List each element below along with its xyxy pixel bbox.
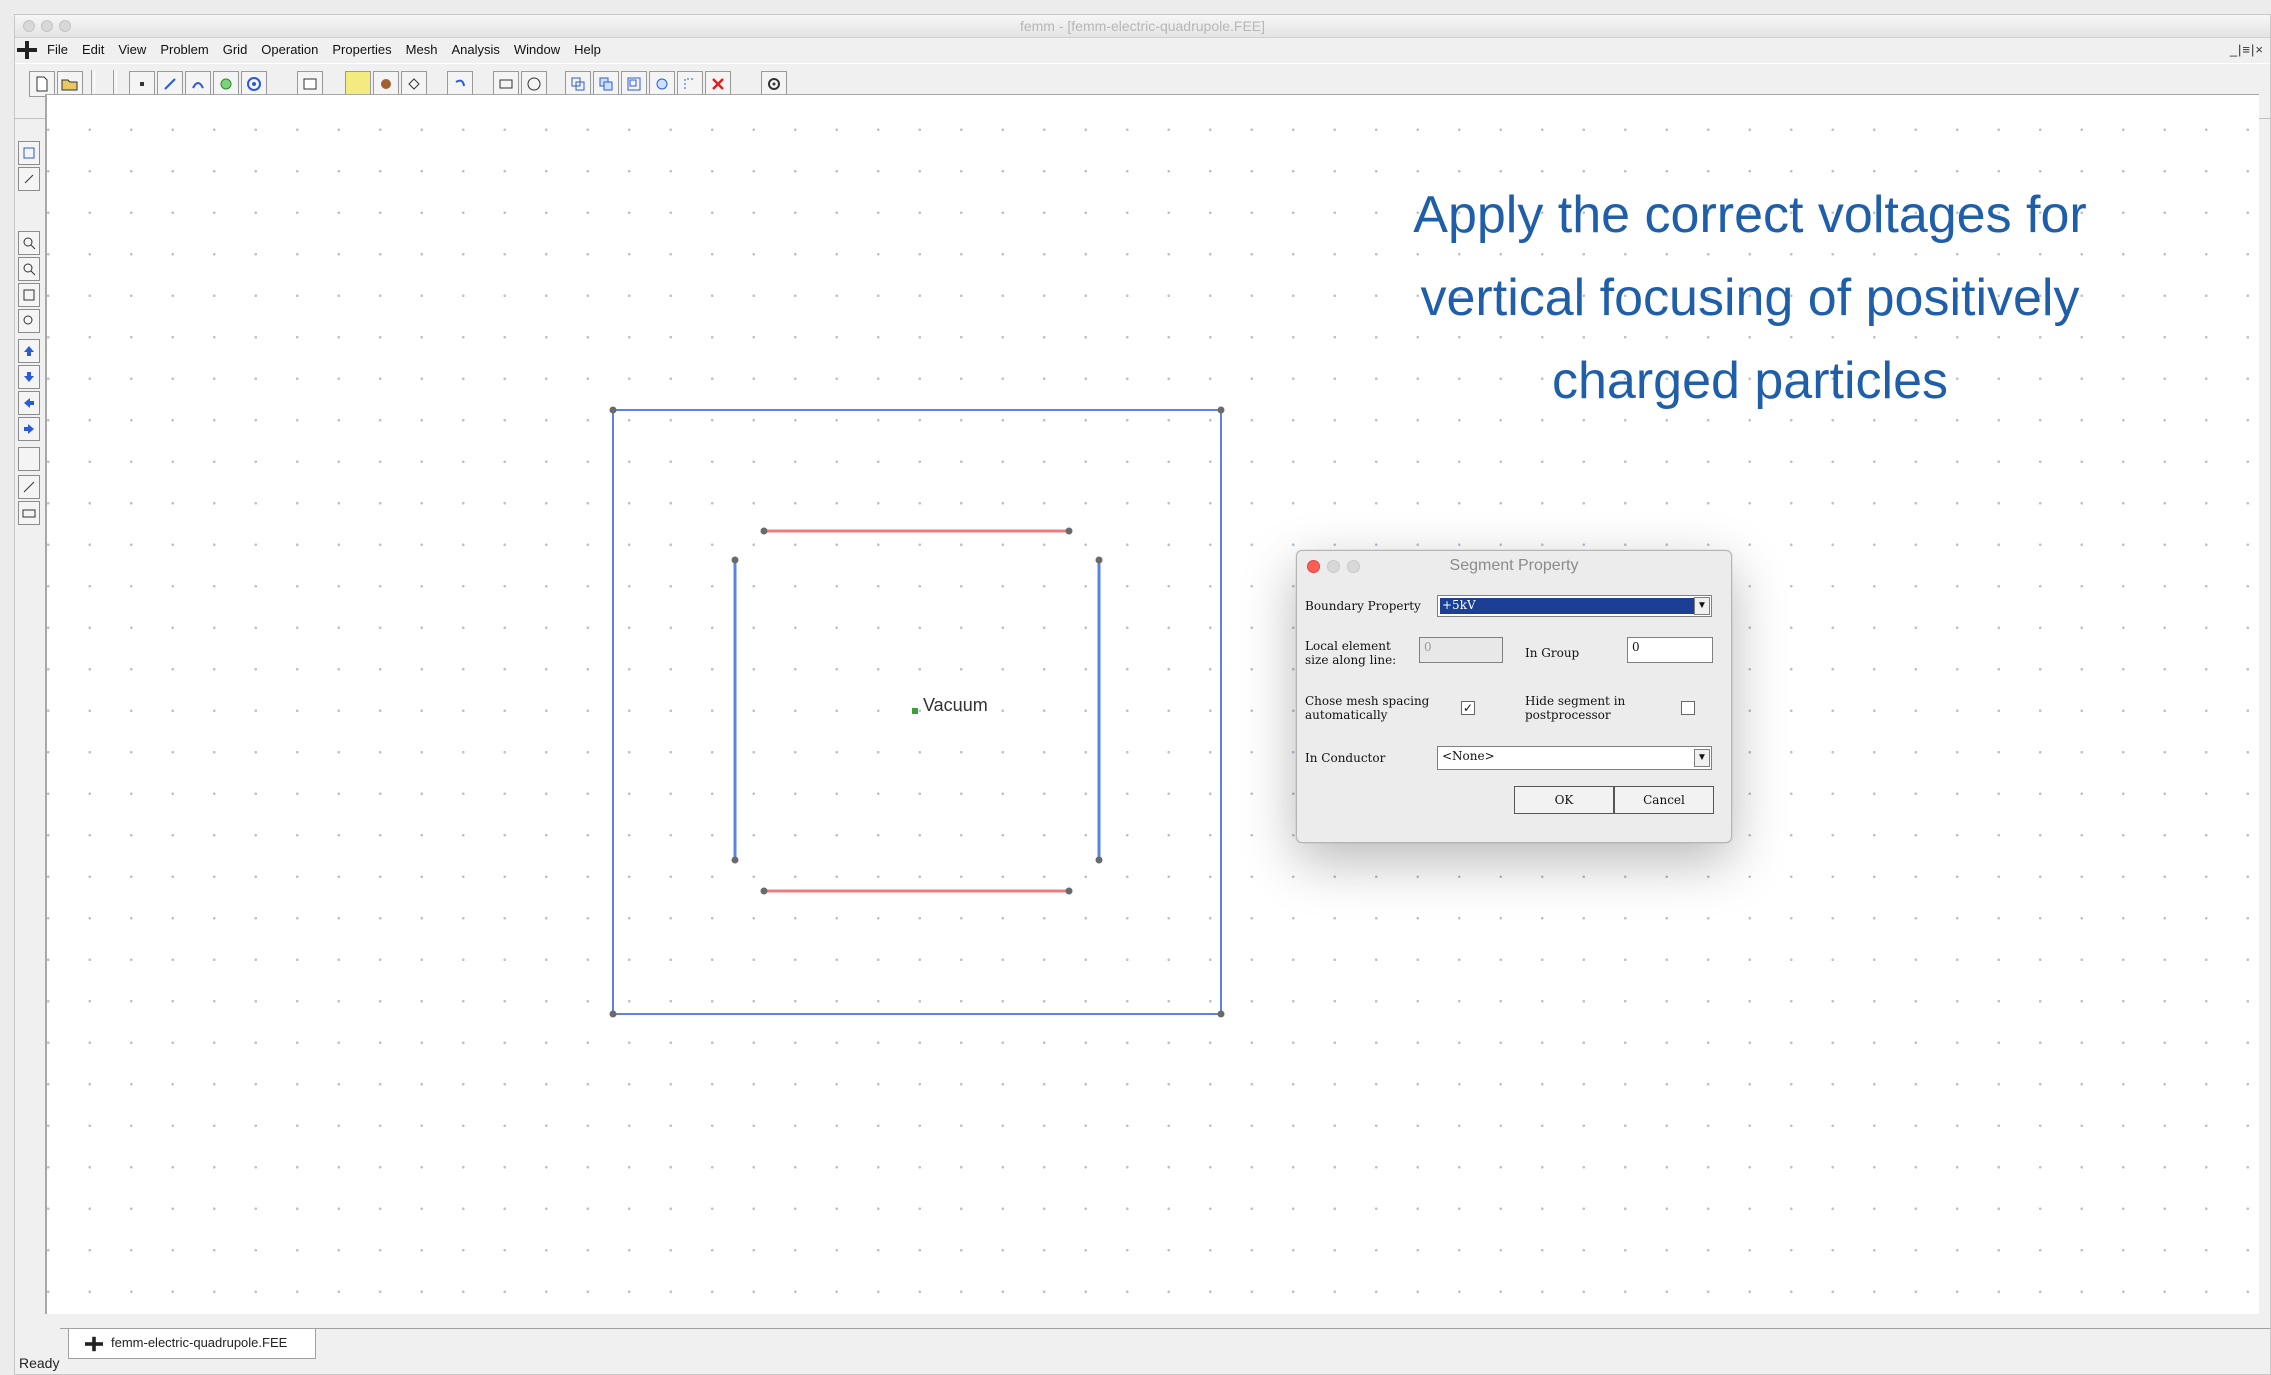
snap-grid-icon[interactable] xyxy=(18,141,40,165)
zoom-natural-icon[interactable] xyxy=(18,283,40,307)
node[interactable] xyxy=(1065,527,1073,535)
menu-mesh[interactable]: Mesh xyxy=(406,42,438,57)
blank-tool-icon[interactable] xyxy=(18,447,40,471)
menu-window[interactable]: Window xyxy=(514,42,560,57)
menu-view[interactable]: View xyxy=(118,42,146,57)
hide-segment-checkbox[interactable] xyxy=(1681,701,1695,715)
node[interactable] xyxy=(609,406,617,414)
pan-down-icon[interactable] xyxy=(18,365,40,389)
node[interactable] xyxy=(1217,1010,1225,1018)
node[interactable] xyxy=(1065,887,1073,895)
block-label-text: Vacuum xyxy=(923,695,988,715)
node[interactable] xyxy=(731,556,739,564)
menu-edit[interactable]: Edit xyxy=(82,42,104,57)
femm-document-icon xyxy=(85,1336,103,1352)
segment-property-dialog: Segment Property Boundary Property +5kV … xyxy=(1296,550,1732,843)
title-bar: femm - [femm-electric-quadrupole.FEE] xyxy=(15,15,2270,38)
menu-problem[interactable]: Problem xyxy=(160,42,208,57)
boundary-property-label: Boundary Property xyxy=(1305,599,1421,613)
view-toolbar xyxy=(15,125,41,1345)
cancel-button[interactable]: Cancel xyxy=(1614,786,1714,814)
pan-up-icon[interactable] xyxy=(18,339,40,363)
status-bar: Ready xyxy=(19,1355,60,1371)
show-grid-icon[interactable] xyxy=(18,167,40,191)
in-group-input[interactable]: 0 xyxy=(1627,637,1713,663)
node[interactable] xyxy=(760,527,768,535)
conductor-dropdown-arrow-icon[interactable]: ▼ xyxy=(1694,749,1710,767)
pan-left-icon[interactable] xyxy=(18,391,40,415)
measure-icon[interactable] xyxy=(18,475,40,499)
in-group-label: In Group xyxy=(1525,646,1580,660)
auto-mesh-checkbox[interactable]: ✓ xyxy=(1461,701,1475,715)
ok-button[interactable]: OK xyxy=(1514,786,1614,814)
menu-operation[interactable]: Operation xyxy=(261,42,318,57)
zoom-in-icon[interactable] xyxy=(18,231,40,255)
local-element-size-input[interactable]: 0 xyxy=(1419,637,1503,663)
node[interactable] xyxy=(1095,556,1103,564)
local-element-size-label: Local element size along line: xyxy=(1305,639,1397,667)
boundary-property-select[interactable]: +5kV xyxy=(1437,595,1712,617)
boundary-dropdown-arrow-icon[interactable]: ▼ xyxy=(1694,597,1710,615)
block-label-marker[interactable] xyxy=(912,708,918,714)
node[interactable] xyxy=(1095,856,1103,864)
window-title: femm - [femm-electric-quadrupole.FEE] xyxy=(1019,18,1266,34)
auto-mesh-label: Chose mesh spacing automatically xyxy=(1305,694,1430,722)
boundary-property-selected: +5kV xyxy=(1440,598,1709,614)
in-conductor-label: In Conductor xyxy=(1305,751,1386,765)
hide-segment-label: Hide segment in postprocessor xyxy=(1525,694,1626,722)
menu-bar: File Edit View Problem Grid Operation Pr… xyxy=(15,39,2270,61)
menu-properties[interactable]: Properties xyxy=(332,42,391,57)
menu-grid[interactable]: Grid xyxy=(223,42,248,57)
menu-analysis[interactable]: Analysis xyxy=(451,42,499,57)
instruction-annotation: Apply the correct voltages for vertical … xyxy=(1413,186,2087,410)
keyboard-icon[interactable] xyxy=(18,501,40,525)
menu-items: File Edit View Problem Grid Operation Pr… xyxy=(47,42,615,57)
dialog-title: Segment Property xyxy=(1449,557,1579,574)
node[interactable] xyxy=(609,1010,617,1018)
node[interactable] xyxy=(760,887,768,895)
zoom-window-icon[interactable] xyxy=(18,309,40,333)
node[interactable] xyxy=(1217,406,1225,414)
pan-right-icon[interactable] xyxy=(18,417,40,441)
document-tab-label: femm-electric-quadrupole.FEE xyxy=(111,1335,288,1350)
node[interactable] xyxy=(731,856,739,864)
in-conductor-select[interactable]: <None> xyxy=(1437,746,1712,770)
menu-file[interactable]: File xyxy=(47,42,68,57)
femm-app-icon[interactable] xyxy=(17,40,37,60)
menu-help[interactable]: Help xyxy=(574,42,601,57)
mdi-window-controls[interactable]: _|≡|× xyxy=(2230,42,2264,57)
zoom-out-icon[interactable] xyxy=(18,257,40,281)
